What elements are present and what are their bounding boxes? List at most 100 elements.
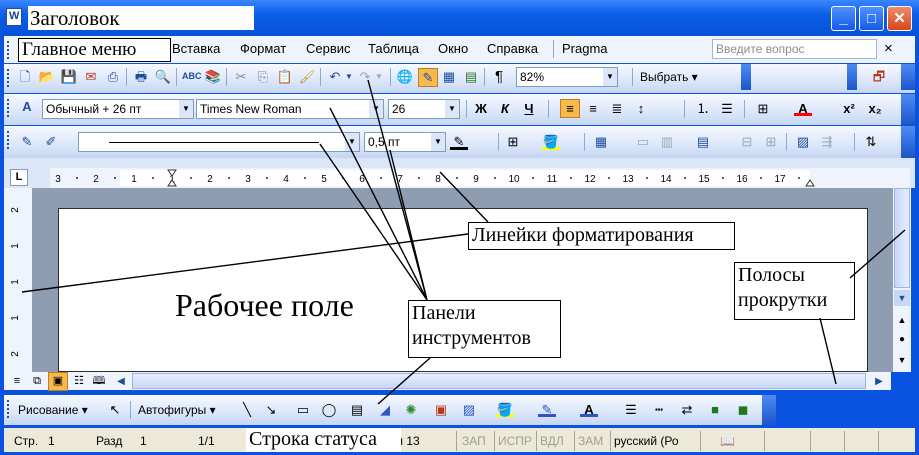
insert-table-icon[interactable]: ▦ <box>592 133 610 150</box>
toolbar-grip[interactable] <box>7 131 12 149</box>
scroll-right-icon[interactable]: ▶ <box>870 373 888 390</box>
styles-pane-icon[interactable]: A <box>18 98 36 115</box>
line-weight-dropdown-icon[interactable]: ▼ <box>431 133 445 151</box>
status-overtype[interactable]: ЗАМ <box>578 432 603 450</box>
numbering-icon[interactable]: ⒈ <box>694 100 712 117</box>
print-preview-icon[interactable]: 🔍 <box>154 68 172 85</box>
menu-tools[interactable]: Сервис <box>306 40 351 58</box>
redo-dropdown-icon[interactable]: ▼ <box>370 68 388 85</box>
toolbar-grip[interactable] <box>7 69 12 87</box>
bullets-icon[interactable]: ☰ <box>718 100 736 117</box>
italic-button[interactable]: К <box>496 100 514 117</box>
reading-view-icon[interactable]: 🕮 <box>90 373 108 390</box>
toolbar-options-icon[interactable] <box>741 64 751 90</box>
web-view-icon[interactable]: ⧉ <box>28 373 46 390</box>
subscript-button[interactable]: x₂ <box>866 100 884 117</box>
menu-pragma[interactable]: Pragma <box>562 40 608 58</box>
title-bar[interactable]: Заголовок _ □ ✕ <box>0 0 919 36</box>
vertical-ruler[interactable]: 2 1 1 1 2 <box>4 188 32 372</box>
line-spacing-icon[interactable]: ↕ <box>632 100 650 117</box>
menu-insert[interactable]: Вставка <box>172 40 220 58</box>
status-extend[interactable]: ВДЛ <box>540 432 564 450</box>
dash-style-icon[interactable]: ┅ <box>650 401 668 418</box>
diagram-icon[interactable]: ✺ <box>402 401 420 418</box>
close-document-icon[interactable]: 🗗 <box>870 68 888 85</box>
style-select[interactable]: Обычный + 26 пт ▼ <box>42 99 194 119</box>
horizontal-scroll-thumb[interactable] <box>132 373 866 389</box>
maximize-button[interactable]: □ <box>859 6 884 31</box>
line-style-select[interactable]: ▼ <box>78 132 360 152</box>
align-left-icon[interactable]: ≡ <box>560 99 580 118</box>
permission-icon[interactable]: ✉ <box>82 68 100 85</box>
menu-window[interactable]: Окно <box>438 40 468 58</box>
align-justify-icon[interactable]: ≣ <box>608 100 626 117</box>
vertical-scrollbar[interactable]: ▼ ▲ ● ▼ <box>893 188 911 372</box>
previous-page-icon[interactable]: ▲ <box>894 312 910 328</box>
paste-icon[interactable]: 📋 <box>276 68 294 85</box>
save-icon[interactable]: 💾 <box>60 68 78 85</box>
vertical-scroll-thumb[interactable] <box>894 188 910 288</box>
new-document-icon[interactable]: 🗋 <box>16 68 34 85</box>
line-weight-select[interactable]: 0,5 пт ▼ <box>364 132 446 152</box>
insert-table-icon[interactable]: ▦ <box>440 68 458 85</box>
font-color-icon[interactable]: A <box>580 401 598 417</box>
font-dropdown-icon[interactable]: ▼ <box>369 100 383 118</box>
split-cells-icon[interactable]: ▥ <box>658 133 676 150</box>
close-button[interactable]: ✕ <box>887 6 912 31</box>
line-style-dropdown-icon[interactable]: ▼ <box>345 133 359 151</box>
print-icon[interactable]: 🖶 <box>132 68 150 85</box>
table-autoformat-icon[interactable]: ▨ <box>794 133 812 150</box>
format-painter-icon[interactable]: 🖌 <box>298 68 316 85</box>
word-app-icon[interactable] <box>6 8 22 26</box>
toolbar-options-icon[interactable] <box>901 126 915 158</box>
toolbar-grip[interactable] <box>7 400 12 418</box>
font-size-dropdown-icon[interactable]: ▼ <box>445 100 459 118</box>
status-language[interactable]: русский (Ро <box>614 432 679 450</box>
menu-close-doc[interactable]: × <box>884 40 893 58</box>
style-dropdown-icon[interactable]: ▼ <box>179 100 193 118</box>
toolbar-options-icon[interactable] <box>847 64 857 90</box>
spelling-icon[interactable]: ABC <box>182 68 202 85</box>
email-icon[interactable]: ⎙ <box>104 68 122 85</box>
select-button[interactable]: Выбрать ▾ <box>640 67 698 87</box>
merge-cells-icon[interactable]: ▭ <box>634 133 652 150</box>
menu-bar-grip[interactable] <box>7 41 12 59</box>
line-icon[interactable]: ╲ <box>238 401 256 418</box>
line-style-icon[interactable]: ☰ <box>622 401 640 418</box>
bold-button[interactable]: Ж <box>472 100 490 117</box>
horizontal-ruler[interactable]: 3211234567891011121314151617 <box>50 168 910 188</box>
horizontal-scrollbar[interactable]: ≡ ⧉ ▣ ☷ 🕮 ◀ ▶ <box>4 372 891 391</box>
arrow-icon[interactable]: ↘ <box>262 401 280 418</box>
draw-table-icon[interactable]: ✎ <box>18 133 36 150</box>
font-color-icon[interactable]: A <box>794 100 812 116</box>
cut-icon[interactable]: ✂ <box>232 68 250 85</box>
browse-object-icon[interactable]: ● <box>894 332 910 348</box>
select-objects-icon[interactable]: ↖ <box>106 401 124 418</box>
autoshapes-menu-button[interactable]: Автофигуры ▾ <box>138 400 216 420</box>
tables-borders-icon[interactable]: ✎ <box>418 68 438 87</box>
font-select[interactable]: Times New Roman ▼ <box>196 99 384 119</box>
distribute-columns-icon[interactable]: ⊞ <box>762 133 780 150</box>
distribute-rows-icon[interactable]: ⊟ <box>738 133 756 150</box>
zoom-dropdown-icon[interactable]: ▼ <box>603 68 617 86</box>
font-size-select[interactable]: 26 ▼ <box>388 99 460 119</box>
oval-icon[interactable]: ◯ <box>320 401 338 418</box>
underline-button[interactable]: Ч <box>520 100 538 117</box>
copy-icon[interactable]: ⎘ <box>254 68 272 85</box>
minimize-button[interactable]: _ <box>831 6 856 31</box>
print-layout-view-icon[interactable]: ▣ <box>48 372 68 391</box>
draw-menu-button[interactable]: Рисование ▾ <box>18 400 88 420</box>
help-search-input[interactable]: Введите вопрос <box>712 39 877 59</box>
tab-selector-icon[interactable]: L <box>10 169 28 186</box>
menu-help[interactable]: Справка <box>487 40 538 58</box>
align-center-icon[interactable]: ≡ <box>584 100 602 117</box>
insert-excel-icon[interactable]: ▤ <box>462 68 480 85</box>
clip-art-icon[interactable]: ▣ <box>432 401 450 418</box>
toolbar-grip[interactable] <box>7 99 12 117</box>
toolbar-options-icon[interactable] <box>901 94 915 125</box>
cell-alignment-icon[interactable]: ▤ <box>694 133 712 150</box>
insert-picture-icon[interactable]: ▨ <box>460 401 478 418</box>
status-record[interactable]: ЗАП <box>462 432 486 450</box>
status-track-changes[interactable]: ИСПР <box>498 432 532 450</box>
toolbar-options-icon[interactable] <box>901 64 915 90</box>
